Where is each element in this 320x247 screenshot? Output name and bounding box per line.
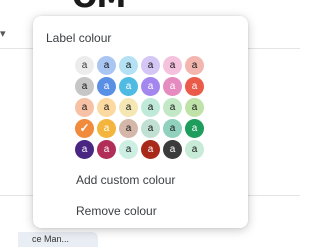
swatch-letter: a [125, 102, 132, 113]
colour-swatch[interactable]: a [75, 77, 94, 96]
colour-swatch-grid: a a a a a a a a a a a a a a a a a a ✓ a a a a a a a a a a a [75, 56, 211, 161]
swatch-letter: a [81, 60, 88, 71]
colour-swatch[interactable]: a [185, 77, 204, 96]
swatch-letter: a [103, 144, 110, 155]
colour-swatch[interactable]: a [119, 119, 138, 138]
colour-swatch[interactable]: a [97, 119, 116, 138]
swatch-letter: a [169, 102, 176, 113]
colour-swatch[interactable]: a [163, 77, 182, 96]
colour-swatch[interactable]: ✓ [75, 119, 94, 138]
swatch-letter: a [103, 60, 110, 71]
swatch-row: ✓ a a a a a [75, 119, 211, 138]
check-icon: ✓ [79, 121, 90, 135]
remove-colour-button[interactable]: Remove colour [76, 204, 157, 218]
bottom-tab[interactable]: ce Man... [18, 232, 98, 247]
colour-swatch[interactable]: a [185, 119, 204, 138]
swatch-letter: a [147, 102, 154, 113]
swatch-letter: a [147, 123, 154, 134]
brand-logo: OM [72, 0, 126, 13]
swatch-letter: a [191, 144, 198, 155]
colour-swatch[interactable]: a [141, 119, 160, 138]
swatch-letter: a [169, 60, 176, 71]
swatch-letter: a [191, 81, 198, 92]
swatch-row: aaaaaa [75, 98, 211, 117]
colour-swatch[interactable]: a [119, 77, 138, 96]
swatch-row: aaaaaa [75, 56, 211, 75]
bottom-tab-label: ce Man... [32, 234, 70, 244]
add-custom-colour-button[interactable]: Add custom colour [76, 173, 175, 187]
colour-swatch[interactable]: a [119, 98, 138, 117]
colour-swatch[interactable]: a [75, 56, 94, 75]
colour-swatch[interactable]: a [97, 140, 116, 159]
swatch-letter: a [191, 102, 198, 113]
colour-swatch[interactable]: a [141, 140, 160, 159]
swatch-letter: a [125, 81, 132, 92]
colour-swatch[interactable]: a [163, 98, 182, 117]
swatch-letter: a [103, 102, 110, 113]
swatch-letter: a [81, 102, 88, 113]
swatch-letter: a [169, 123, 176, 134]
swatch-letter: a [147, 81, 154, 92]
swatch-letter: a [103, 81, 110, 92]
swatch-letter: a [191, 123, 198, 134]
swatch-letter: a [81, 144, 88, 155]
colour-swatch[interactable]: a [141, 77, 160, 96]
swatch-letter: a [169, 144, 176, 155]
colour-swatch[interactable]: a [163, 140, 182, 159]
colour-swatch[interactable]: a [163, 119, 182, 138]
swatch-letter: a [125, 144, 132, 155]
colour-swatch[interactable]: a [185, 56, 204, 75]
colour-swatch[interactable]: a [141, 56, 160, 75]
colour-swatch[interactable]: a [97, 77, 116, 96]
colour-swatch[interactable]: a [163, 56, 182, 75]
colour-swatch[interactable]: a [185, 140, 204, 159]
colour-swatch[interactable]: a [75, 98, 94, 117]
colour-swatch[interactable]: a [119, 56, 138, 75]
colour-swatch[interactable]: a [97, 98, 116, 117]
label-colour-popup: Label colour a a a a a a a a a a a a a a a a a a ✓ a a a a a a a a… [33, 16, 248, 228]
colour-swatch[interactable]: a [97, 56, 116, 75]
swatch-letter: a [191, 60, 198, 71]
swatch-letter: a [81, 81, 88, 92]
colour-swatch[interactable]: a [75, 140, 94, 159]
colour-swatch[interactable]: a [119, 140, 138, 159]
swatch-row: aaaaaa [75, 77, 211, 96]
swatch-letter: a [103, 123, 110, 134]
swatch-letter: a [125, 123, 132, 134]
chevron-down-icon[interactable]: ▾ [0, 27, 10, 41]
swatch-letter: a [147, 144, 154, 155]
colour-swatch[interactable]: a [185, 98, 204, 117]
swatch-letter: a [169, 81, 176, 92]
swatch-row: aaaaaa [75, 140, 211, 159]
colour-swatch[interactable]: a [141, 98, 160, 117]
popup-title: Label colour [46, 31, 112, 45]
swatch-letter: a [147, 60, 154, 71]
swatch-letter: a [125, 60, 132, 71]
